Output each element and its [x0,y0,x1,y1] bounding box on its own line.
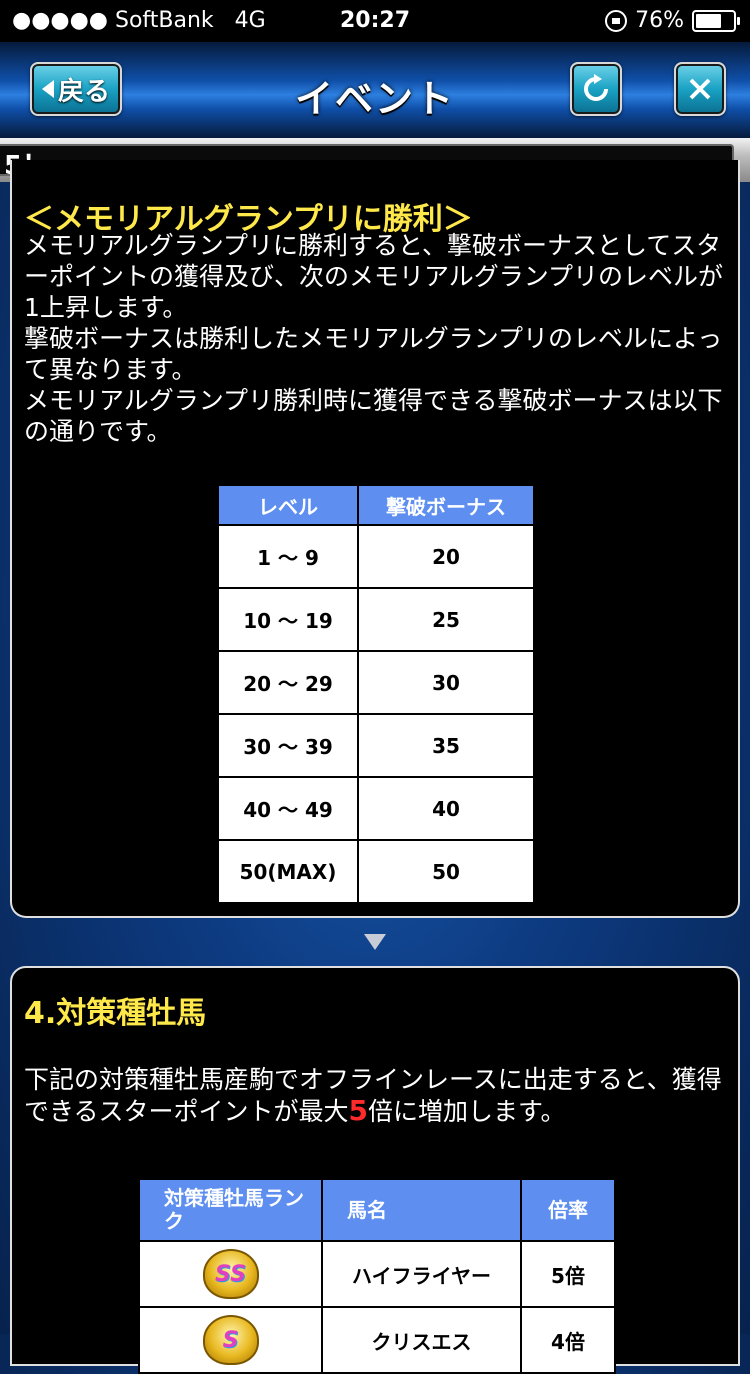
chevron-down-icon [364,934,386,950]
level-cell: 30 〜 39 [217,713,359,778]
level-cell: 20 〜 29 [217,650,359,715]
close-button[interactable] [674,62,726,116]
page-title: イベント [294,77,455,121]
multiplier-cell: 5倍 [520,1240,616,1308]
level-cell: 50(MAX) [217,839,359,904]
battery-icon [692,9,740,32]
bonus-cell: 35 [357,713,535,778]
column-header-bonus: 撃破ボーナス [357,484,535,526]
description-text: メモリアルグランプリに勝利すると、撃破ボーナスとしてスターポイントの獲得及び、次… [24,230,728,447]
horse-name-cell: クリスエス [321,1306,522,1374]
refresh-button[interactable] [570,62,622,116]
max-multiplier-highlight: 5 [348,1094,368,1127]
column-header-rank: 対策種牡馬ランク [138,1178,323,1242]
table-row: 20 〜 29 30 [217,650,535,715]
table-row: 1 〜 9 20 [217,524,535,589]
rank-cell: S [138,1306,323,1374]
countermeasure-stallion-panel: 4.対策種牡馬 下記の対策種牡馬産駒でオフラインレースに出走すると、獲得できるス… [10,966,740,1374]
column-header-multiplier: 倍率 [520,1178,616,1242]
level-cell: 10 〜 19 [217,587,359,652]
stallion-table: 対策種牡馬ランク 馬名 倍率 SS ハイフライヤー 5倍 S クリスエス 4倍 [138,1178,616,1374]
bonus-table: レベル 撃破ボーナス 1 〜 9 20 10 〜 19 25 20 〜 29 30 3… [217,484,535,904]
description-part: 倍に増加します。 [368,1097,566,1126]
horse-name-cell: ハイフライヤー [321,1240,522,1308]
table-header-row: レベル 撃破ボーナス [217,484,535,526]
app-header: 戻る イベント [0,42,750,141]
close-icon [689,78,711,100]
multiplier-cell: 4倍 [520,1306,616,1374]
column-header-level: レベル [217,484,359,526]
bonus-cell: 40 [357,776,535,841]
table-row: 10 〜 19 25 [217,587,535,652]
level-cell: 40 〜 49 [217,776,359,841]
memorial-grandprix-panel: ＜メモリアルグランプリに勝利＞ メモリアルグランプリに勝利すると、撃破ボーナスと… [10,160,740,918]
bonus-cell: 25 [357,587,535,652]
table-row: 50(MAX) 50 [217,839,535,904]
description-text: 下記の対策種牡馬産駒でオフラインレースに出走すると、獲得できるスターポイントが最… [24,1064,728,1127]
table-row: SS ハイフライヤー 5倍 [138,1240,616,1308]
refresh-icon [584,74,608,101]
section-heading: 4.対策種牡馬 [24,996,207,1031]
table-row: 40 〜 49 40 [217,776,535,841]
rank-s-badge-icon: S [202,1315,259,1365]
rank-cell: SS [138,1240,323,1308]
paragraph: メモリアルグランプリに勝利すると、撃破ボーナスとしてスターポイントの獲得及び、次… [24,231,724,322]
table-header-row: 対策種牡馬ランク 馬名 倍率 [138,1178,616,1242]
paragraph: 撃破ボーナスは勝利したメモリアルグランプリのレベルによって異なります。 [24,324,723,384]
table-row: 30 〜 39 35 [217,713,535,778]
orientation-lock-icon [605,9,628,32]
bonus-cell: 50 [357,839,535,904]
rank-ss-badge-icon: SS [202,1249,259,1299]
paragraph: メモリアルグランプリ勝利時に獲得できる撃破ボーナスは以下の通りです。 [24,386,723,446]
column-header-name: 馬名 [321,1178,522,1242]
table-row: S クリスエス 4倍 [138,1306,616,1374]
bonus-cell: 20 [357,524,535,589]
bonus-cell: 30 [357,650,535,715]
battery-percent: 76% [635,8,684,33]
level-cell: 1 〜 9 [217,524,359,589]
status-bar: ●●●●● SoftBank 4G 20:27 76% [0,0,750,42]
